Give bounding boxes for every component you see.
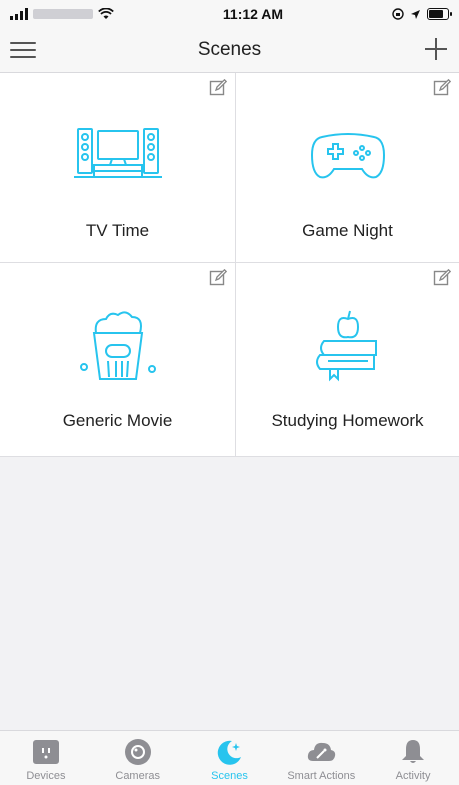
books-apple-icon bbox=[315, 310, 377, 382]
rotation-lock-icon bbox=[392, 8, 404, 20]
tab-label: Smart Actions bbox=[287, 770, 356, 782]
scene-card-studying-homework[interactable]: Studying Homework bbox=[236, 263, 459, 457]
edit-icon[interactable] bbox=[433, 79, 451, 97]
battery-icon bbox=[427, 8, 452, 20]
tab-bar: Devices Cameras Scenes Smart Actions Act… bbox=[0, 730, 459, 785]
signal-icon bbox=[10, 8, 28, 20]
cloud-wand-icon bbox=[308, 742, 336, 761]
moon-sparkle-icon bbox=[218, 740, 242, 765]
add-scene-button[interactable] bbox=[423, 36, 449, 62]
page-title: Scenes bbox=[197, 39, 262, 60]
edit-icon[interactable] bbox=[209, 269, 227, 287]
location-icon bbox=[411, 9, 420, 19]
wifi-icon bbox=[98, 8, 114, 19]
scene-card-generic-movie[interactable]: Generic Movie bbox=[0, 263, 236, 457]
hamburger-icon bbox=[10, 42, 36, 44]
camera-icon bbox=[124, 739, 151, 765]
tab-activity[interactable]: Activity bbox=[368, 731, 458, 782]
scene-label: Studying Homework bbox=[271, 411, 424, 430]
tab-label: Devices bbox=[26, 770, 66, 782]
status-left bbox=[0, 8, 114, 20]
tab-label: Cameras bbox=[115, 770, 160, 782]
tab-label: Scenes bbox=[211, 770, 248, 782]
status-bar: 11:12 AM bbox=[0, 0, 459, 28]
gamepad-icon bbox=[310, 133, 385, 179]
scene-card-tv-time[interactable]: TV Time bbox=[0, 73, 236, 263]
tab-scenes[interactable]: Scenes bbox=[184, 731, 274, 782]
bell-icon bbox=[402, 740, 425, 763]
scene-label: Game Night bbox=[302, 221, 393, 240]
carrier-name bbox=[33, 9, 93, 19]
scene-card-game-night[interactable]: Game Night bbox=[236, 73, 459, 263]
tab-devices[interactable]: Devices bbox=[1, 731, 91, 782]
scene-label: Generic Movie bbox=[62, 411, 173, 430]
tab-cameras[interactable]: Cameras bbox=[93, 731, 183, 782]
tab-smart-actions[interactable]: Smart Actions bbox=[276, 731, 366, 782]
popcorn-icon bbox=[79, 311, 156, 380]
plug-icon bbox=[32, 740, 59, 764]
edit-icon[interactable] bbox=[209, 79, 227, 97]
tab-label: Activity bbox=[395, 770, 431, 782]
nav-bar: Scenes bbox=[0, 28, 459, 73]
status-time: 11:12 AM bbox=[222, 6, 284, 22]
edit-icon[interactable] bbox=[433, 269, 451, 287]
status-right bbox=[392, 8, 459, 20]
menu-button[interactable] bbox=[10, 38, 36, 62]
scene-label: TV Time bbox=[85, 221, 150, 240]
tv-icon bbox=[73, 128, 162, 178]
scenes-grid: TV Time Game Night Generic Movie Studyin… bbox=[0, 73, 459, 457]
